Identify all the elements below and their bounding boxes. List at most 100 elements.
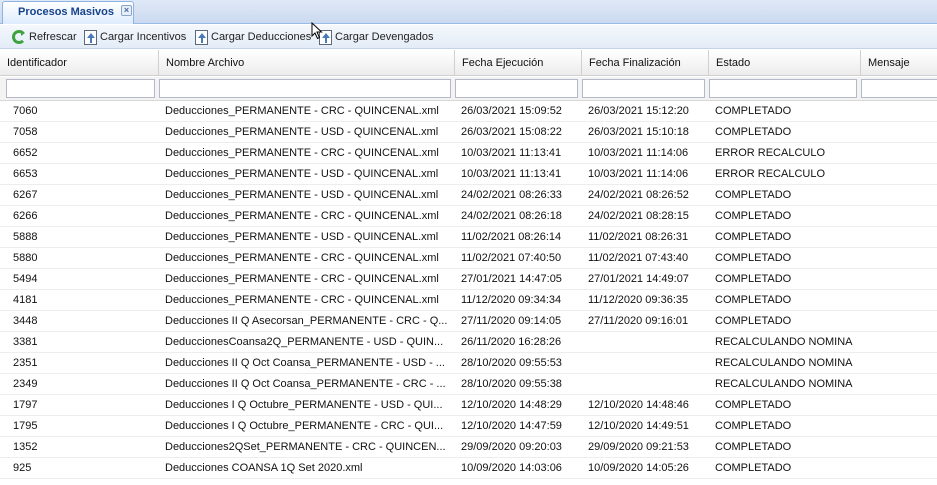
column-header-nombre-archivo[interactable]: Nombre Archivo [159,50,455,76]
close-icon[interactable]: × [121,5,132,16]
cell-nombre-archivo: Deducciones_PERMANENTE - USD - QUINCENAL… [165,168,439,180]
column-header-estado[interactable]: Estado [709,50,861,76]
cell-fecha-ejecucion: 11/02/2021 07:40:50 [461,252,562,264]
cell-fecha-ejecucion: 11/02/2021 08:26:14 [461,231,562,243]
table-row[interactable]: 1797 Deducciones I Q Octubre_PERMANENTE -… [0,395,937,416]
cell-nombre-archivo: Deducciones_PERMANENTE - CRC - QUINCENAL… [165,273,439,285]
cell-nombre-archivo: Deducciones_PERMANENTE - CRC - QUINCENAL… [165,147,439,159]
cell-fecha-ejecucion: 12/10/2020 14:47:59 [461,420,562,432]
cell-fecha-finalizacion: 11/02/2021 07:43:40 [588,252,689,264]
table-row[interactable]: 925 Deducciones COANSA 1Q Set 2020.xml 10/… [0,458,937,479]
filter-estado-input[interactable] [709,79,857,98]
cell-fecha-ejecucion: 10/03/2021 11:13:41 [461,147,562,159]
cargar-devengados-button[interactable]: Cargar Devengados [319,28,433,46]
cell-fecha-ejecucion: 11/12/2020 09:34:34 [461,294,562,306]
cell-fecha-ejecucion: 26/03/2021 15:08:22 [461,126,562,138]
cell-fecha-finalizacion: 11/12/2020 09:36:35 [588,294,689,306]
tab-procesos-masivos[interactable]: Procesos Masivos × [2,1,134,24]
cell-fecha-finalizacion: 24/02/2021 08:28:15 [588,210,689,222]
cell-nombre-archivo: Deducciones COANSA 1Q Set 2020.xml [165,462,363,474]
table-row[interactable]: 5880 Deducciones_PERMANENTE - CRC - QUINC… [0,248,937,269]
filter-identificador-input[interactable] [6,79,155,98]
cell-fecha-ejecucion: 26/11/2020 16:28:26 [461,336,562,348]
cell-identificador: 5888 [13,231,38,243]
cell-fecha-finalizacion: 11/02/2021 08:26:31 [588,231,689,243]
cell-nombre-archivo: Deducciones_PERMANENTE - CRC - QUINCENAL… [165,252,439,264]
cell-estado: COMPLETADO [715,252,792,264]
cell-fecha-finalizacion: 27/01/2021 14:49:07 [588,273,689,285]
table-row[interactable]: 6266 Deducciones_PERMANENTE - CRC - QUINC… [0,206,937,227]
cell-identificador: 2351 [13,357,38,369]
cell-fecha-ejecucion: 28/10/2020 09:55:53 [461,357,562,369]
column-header-fecha-finalizacion[interactable]: Fecha Finalización [582,50,709,76]
cell-fecha-ejecucion: 27/01/2021 14:47:05 [461,273,562,285]
cargar-deducciones-label: Cargar Deducciones [211,31,312,43]
cell-identificador: 6653 [13,168,38,180]
refresh-icon [12,30,26,44]
cell-nombre-archivo: DeduccionesCoansa2Q_PERMANENTE - USD - Q… [165,336,444,348]
cell-identificador: 6266 [13,210,38,222]
cell-estado: COMPLETADO [715,399,792,411]
table-row[interactable]: 7060 Deducciones_PERMANENTE - CRC - QUINC… [0,101,937,122]
table-row[interactable]: 7058 Deducciones_PERMANENTE - USD - QUINC… [0,122,937,143]
refresh-button[interactable]: Refrescar [12,28,77,46]
cell-nombre-archivo: Deducciones I Q Octubre_PERMANENTE - USD… [165,399,443,411]
column-header-mensaje[interactable]: Mensaje [861,50,937,76]
refresh-label: Refrescar [29,31,77,43]
cell-nombre-archivo: Deducciones2QSet_PERMANENTE - CRC - QUIN… [165,441,446,453]
cell-fecha-finalizacion: 10/03/2021 11:14:06 [588,168,689,180]
mouse-cursor-icon [311,22,323,40]
filter-nombre-archivo-input[interactable] [159,79,451,98]
table-row[interactable]: 4181 Deducciones_PERMANENTE - CRC - QUINC… [0,290,937,311]
cell-fecha-finalizacion: 12/10/2020 14:48:46 [588,399,689,411]
cell-identificador: 2349 [13,378,38,390]
cell-estado: RECALCULANDO NOMINA [715,336,853,348]
table-row[interactable]: 1795 Deducciones I Q Octubre_PERMANENTE -… [0,416,937,437]
cargar-deducciones-button[interactable]: Cargar Deducciones [195,28,311,46]
filter-fecha-finalizacion-input[interactable] [582,79,705,98]
cell-nombre-archivo: Deducciones_PERMANENTE - CRC - QUINCENAL… [165,105,439,117]
column-header-identificador[interactable]: Identificador [0,50,159,76]
cell-estado: COMPLETADO [715,315,792,327]
cell-estado: ERROR RECALCULO [715,147,826,159]
cell-fecha-ejecucion: 24/02/2021 08:26:33 [461,189,562,201]
table-row[interactable]: 6267 Deducciones_PERMANENTE - USD - QUINC… [0,185,937,206]
cell-estado: COMPLETADO [715,126,792,138]
table-row[interactable]: 5494 Deducciones_PERMANENTE - CRC - QUINC… [0,269,937,290]
cell-identificador: 7058 [13,126,38,138]
cell-fecha-ejecucion: 24/02/2021 08:26:18 [461,210,562,222]
table-row[interactable]: 5888 Deducciones_PERMANENTE - USD - QUINC… [0,227,937,248]
table-row[interactable]: 6653 Deducciones_PERMANENTE - USD - QUINC… [0,164,937,185]
cargar-devengados-label: Cargar Devengados [335,31,434,43]
cell-estado: COMPLETADO [715,420,792,432]
cell-nombre-archivo: Deducciones II Q Asecorsan_PERMANENTE - … [165,315,448,327]
cell-identificador: 3381 [13,336,38,348]
grid-header: Identificador Nombre Archivo Fecha Ejecu… [0,50,937,76]
cell-identificador: 1797 [13,399,38,411]
filter-mensaje-input[interactable] [861,79,937,98]
table-row[interactable]: 3448 Deducciones II Q Asecorsan_PERMANENT… [0,311,937,332]
cell-nombre-archivo: Deducciones_PERMANENTE - CRC - QUINCENAL… [165,210,439,222]
table-row[interactable]: 2349 Deducciones II Q Oct Coansa_PERMANEN… [0,374,937,395]
filter-fecha-ejecucion-input[interactable] [455,79,578,98]
toolbar: Refrescar Cargar Incentivos Cargar Deduc… [0,25,937,49]
table-row[interactable]: 1352 Deducciones2QSet_PERMANENTE - CRC - … [0,437,937,458]
cargar-incentivos-button[interactable]: Cargar Incentivos [84,28,186,46]
grid-body: 7060 Deducciones_PERMANENTE - CRC - QUINC… [0,101,937,479]
cell-fecha-finalizacion: 29/09/2020 09:21:53 [588,441,689,453]
cell-fecha-finalizacion: 27/11/2020 09:16:01 [588,315,689,327]
cell-fecha-ejecucion: 29/09/2020 09:20:03 [461,441,562,453]
column-header-fecha-ejecucion[interactable]: Fecha Ejecución [455,50,582,76]
table-row[interactable]: 2351 Deducciones II Q Oct Coansa_PERMANEN… [0,353,937,374]
cell-estado: COMPLETADO [715,210,792,222]
table-row[interactable]: 3381 DeduccionesCoansa2Q_PERMANENTE - USD… [0,332,937,353]
cell-fecha-ejecucion: 28/10/2020 09:55:38 [461,378,562,390]
table-row[interactable]: 6652 Deducciones_PERMANENTE - CRC - QUINC… [0,143,937,164]
cell-fecha-finalizacion: 10/03/2021 11:14:06 [588,147,689,159]
cell-estado: COMPLETADO [715,462,792,474]
cell-identificador: 3448 [13,315,38,327]
cell-estado: RECALCULANDO NOMINA [715,378,853,390]
cell-estado: COMPLETADO [715,294,792,306]
cell-fecha-ejecucion: 26/03/2021 15:09:52 [461,105,562,117]
cell-fecha-finalizacion: 10/09/2020 14:05:26 [588,462,689,474]
